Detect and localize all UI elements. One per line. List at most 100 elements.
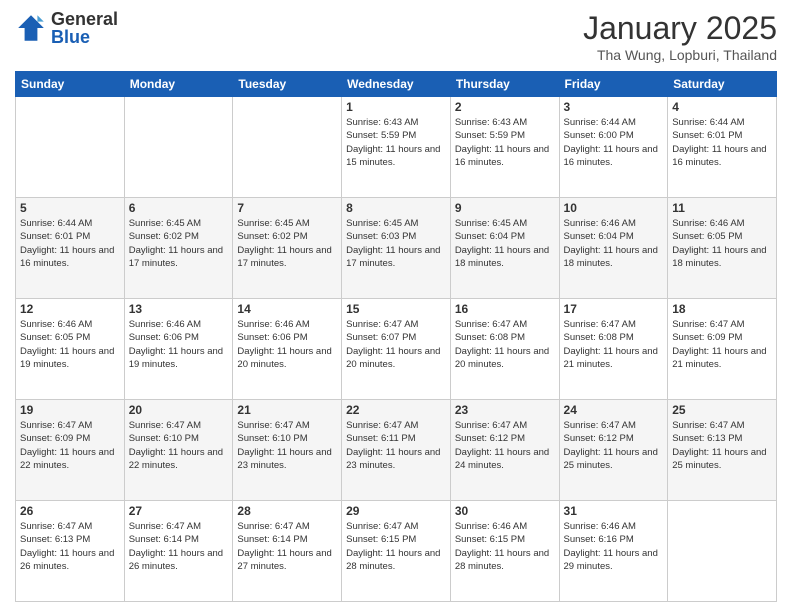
day-number: 17	[564, 302, 664, 316]
day-number: 2	[455, 100, 555, 114]
day-number: 23	[455, 403, 555, 417]
table-cell	[16, 97, 125, 198]
table-cell: 14 Sunrise: 6:46 AMSunset: 6:06 PMDayligh…	[233, 299, 342, 400]
col-wednesday: Wednesday	[342, 72, 451, 97]
table-cell: 19 Sunrise: 6:47 AMSunset: 6:09 PMDayligh…	[16, 400, 125, 501]
table-cell: 10 Sunrise: 6:46 AMSunset: 6:04 PMDayligh…	[559, 198, 668, 299]
day-number: 13	[129, 302, 229, 316]
day-number: 11	[672, 201, 772, 215]
col-sunday: Sunday	[16, 72, 125, 97]
page: General Blue January 2025 Tha Wung, Lopb…	[0, 0, 792, 612]
table-cell: 11 Sunrise: 6:46 AMSunset: 6:05 PMDayligh…	[668, 198, 777, 299]
day-number: 19	[20, 403, 120, 417]
table-cell: 31 Sunrise: 6:46 AMSunset: 6:16 PMDayligh…	[559, 501, 668, 602]
day-info: Sunrise: 6:46 AMSunset: 6:05 PMDaylight:…	[20, 318, 120, 371]
day-number: 3	[564, 100, 664, 114]
day-number: 14	[237, 302, 337, 316]
day-number: 6	[129, 201, 229, 215]
day-info: Sunrise: 6:44 AMSunset: 6:01 PMDaylight:…	[672, 116, 772, 169]
day-number: 15	[346, 302, 446, 316]
table-cell: 1 Sunrise: 6:43 AMSunset: 5:59 PMDaylight…	[342, 97, 451, 198]
col-monday: Monday	[124, 72, 233, 97]
day-info: Sunrise: 6:47 AMSunset: 6:10 PMDaylight:…	[129, 419, 229, 472]
day-number: 16	[455, 302, 555, 316]
table-cell: 4 Sunrise: 6:44 AMSunset: 6:01 PMDaylight…	[668, 97, 777, 198]
day-number: 18	[672, 302, 772, 316]
day-number: 8	[346, 201, 446, 215]
day-number: 1	[346, 100, 446, 114]
table-cell: 7Sunrise: 6:45 AMSunset: 6:02 PMDaylight…	[233, 198, 342, 299]
table-cell: 18 Sunrise: 6:47 AMSunset: 6:09 PMDayligh…	[668, 299, 777, 400]
day-info: Sunrise: 6:47 AMSunset: 6:14 PMDaylight:…	[129, 520, 229, 573]
day-info: Sunrise: 6:47 AMSunset: 6:09 PMDaylight:…	[20, 419, 120, 472]
day-number: 21	[237, 403, 337, 417]
day-info: Sunrise: 6:46 AMSunset: 6:05 PMDaylight:…	[672, 217, 772, 270]
day-info: Sunrise: 6:47 AMSunset: 6:10 PMDaylight:…	[237, 419, 337, 472]
day-info: Sunrise: 6:47 AMSunset: 6:09 PMDaylight:…	[672, 318, 772, 371]
day-info: Sunrise: 6:47 AMSunset: 6:12 PMDaylight:…	[564, 419, 664, 472]
day-info: Sunrise: 6:46 AMSunset: 6:06 PMDaylight:…	[129, 318, 229, 371]
day-info: Sunrise: 6:45 AMSunset: 6:03 PMDaylight:…	[346, 217, 446, 270]
table-cell: 23 Sunrise: 6:47 AMSunset: 6:12 PMDayligh…	[450, 400, 559, 501]
day-info: Sunrise: 6:46 AMSunset: 6:16 PMDaylight:…	[564, 520, 664, 573]
table-cell: 27Sunrise: 6:47 AMSunset: 6:14 PMDayligh…	[124, 501, 233, 602]
col-tuesday: Tuesday	[233, 72, 342, 97]
col-thursday: Thursday	[450, 72, 559, 97]
day-info: Sunrise: 6:47 AMSunset: 6:13 PMDaylight:…	[672, 419, 772, 472]
day-info: Sunrise: 6:47 AMSunset: 6:11 PMDaylight:…	[346, 419, 446, 472]
day-number: 26	[20, 504, 120, 518]
day-info: Sunrise: 6:44 AMSunset: 6:01 PMDaylight:…	[20, 217, 120, 270]
day-number: 4	[672, 100, 772, 114]
table-cell: 25 Sunrise: 6:47 AMSunset: 6:13 PMDayligh…	[668, 400, 777, 501]
logo-general: General	[51, 10, 118, 28]
day-info: Sunrise: 6:47 AMSunset: 6:14 PMDaylight:…	[237, 520, 337, 573]
day-number: 30	[455, 504, 555, 518]
day-number: 31	[564, 504, 664, 518]
calendar-week-row: 12 Sunrise: 6:46 AMSunset: 6:05 PMDayligh…	[16, 299, 777, 400]
header-row: Sunday Monday Tuesday Wednesday Thursday…	[16, 72, 777, 97]
day-number: 24	[564, 403, 664, 417]
day-info: Sunrise: 6:44 AMSunset: 6:00 PMDaylight:…	[564, 116, 664, 169]
col-friday: Friday	[559, 72, 668, 97]
table-cell: 13 Sunrise: 6:46 AMSunset: 6:06 PMDayligh…	[124, 299, 233, 400]
table-cell	[233, 97, 342, 198]
logo-blue: Blue	[51, 28, 118, 46]
title-block: January 2025 Tha Wung, Lopburi, Thailand	[583, 10, 777, 63]
day-number: 12	[20, 302, 120, 316]
day-info: Sunrise: 6:46 AMSunset: 6:04 PMDaylight:…	[564, 217, 664, 270]
table-cell: 16Sunrise: 6:47 AMSunset: 6:08 PMDayligh…	[450, 299, 559, 400]
table-cell: 26Sunrise: 6:47 AMSunset: 6:13 PMDayligh…	[16, 501, 125, 602]
table-cell: 20 Sunrise: 6:47 AMSunset: 6:10 PMDayligh…	[124, 400, 233, 501]
day-info: Sunrise: 6:45 AMSunset: 6:04 PMDaylight:…	[455, 217, 555, 270]
day-number: 10	[564, 201, 664, 215]
day-number: 22	[346, 403, 446, 417]
day-info: Sunrise: 6:46 AMSunset: 6:06 PMDaylight:…	[237, 318, 337, 371]
col-saturday: Saturday	[668, 72, 777, 97]
day-info: Sunrise: 6:47 AMSunset: 6:08 PMDaylight:…	[564, 318, 664, 371]
table-cell: 12 Sunrise: 6:46 AMSunset: 6:05 PMDayligh…	[16, 299, 125, 400]
table-cell: 6 Sunrise: 6:45 AMSunset: 6:02 PMDaylight…	[124, 198, 233, 299]
day-number: 28	[237, 504, 337, 518]
logo-text: General Blue	[51, 10, 118, 46]
day-info: Sunrise: 6:46 AMSunset: 6:15 PMDaylight:…	[455, 520, 555, 573]
table-cell: 3 Sunrise: 6:44 AMSunset: 6:00 PMDaylight…	[559, 97, 668, 198]
location: Tha Wung, Lopburi, Thailand	[583, 47, 777, 63]
day-number: 25	[672, 403, 772, 417]
table-cell: 21 Sunrise: 6:47 AMSunset: 6:10 PMDayligh…	[233, 400, 342, 501]
table-cell: 29Sunrise: 6:47 AMSunset: 6:15 PMDayligh…	[342, 501, 451, 602]
table-cell: 28 Sunrise: 6:47 AMSunset: 6:14 PMDayligh…	[233, 501, 342, 602]
header: General Blue January 2025 Tha Wung, Lopb…	[15, 10, 777, 63]
day-number: 9	[455, 201, 555, 215]
logo: General Blue	[15, 10, 118, 46]
table-cell: 15Sunrise: 6:47 AMSunset: 6:07 PMDayligh…	[342, 299, 451, 400]
day-info: Sunrise: 6:47 AMSunset: 6:12 PMDaylight:…	[455, 419, 555, 472]
day-info: Sunrise: 6:45 AMSunset: 6:02 PMDaylight:…	[237, 217, 337, 270]
day-info: Sunrise: 6:45 AMSunset: 6:02 PMDaylight:…	[129, 217, 229, 270]
calendar-week-row: 5Sunrise: 6:44 AMSunset: 6:01 PMDaylight…	[16, 198, 777, 299]
calendar-week-row: 19 Sunrise: 6:47 AMSunset: 6:09 PMDayligh…	[16, 400, 777, 501]
table-cell: 24 Sunrise: 6:47 AMSunset: 6:12 PMDayligh…	[559, 400, 668, 501]
table-cell	[668, 501, 777, 602]
day-info: Sunrise: 6:43 AMSunset: 5:59 PMDaylight:…	[346, 116, 446, 169]
day-number: 20	[129, 403, 229, 417]
logo-icon	[15, 12, 47, 44]
